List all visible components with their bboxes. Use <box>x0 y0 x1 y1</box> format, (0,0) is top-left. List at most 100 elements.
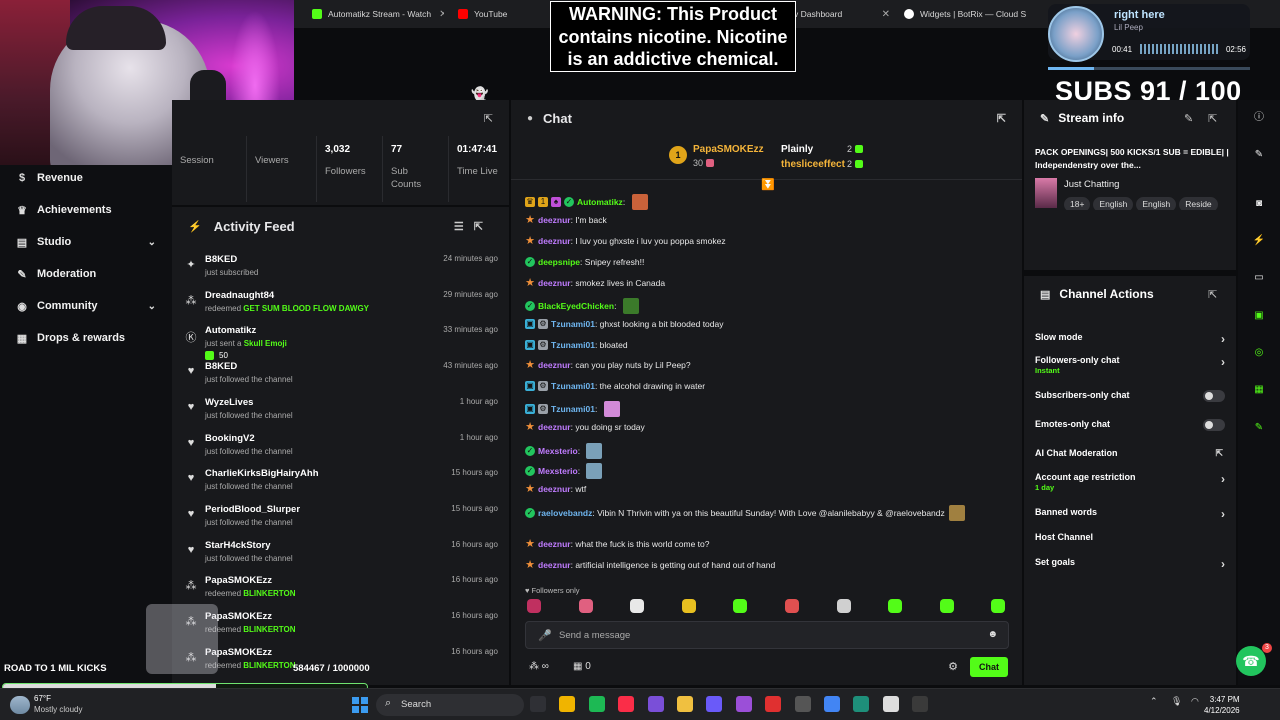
quick-emote[interactable] <box>578 599 593 613</box>
stream-tag[interactable]: English <box>1093 197 1134 210</box>
chat-username[interactable]: Tzunami01 <box>551 404 595 414</box>
taskbar-app-icon[interactable] <box>853 696 870 712</box>
quick-emote[interactable] <box>785 599 799 613</box>
lightning-icon[interactable]: ⚡ <box>1249 231 1269 251</box>
feed-event[interactable]: ♥ B8KED just followed the channel 43 minute… <box>172 361 509 397</box>
feed-event[interactable]: ⁂ Dreadnaught84 redeemed GET SUM BLOOD FLO… <box>172 290 509 326</box>
nav-item-community[interactable]: ◉ Community ⌄ <box>0 291 172 321</box>
filter-icon[interactable]: ☰ <box>454 221 474 233</box>
send-chat-button[interactable]: Chat <box>970 657 1008 677</box>
browser-tab[interactable]: Widgets | BotRix — Cloud S <box>904 4 1026 24</box>
channel-action-account-age-restriction[interactable]: Account age restriction 1 day › <box>1035 472 1225 492</box>
mic-icon[interactable]: 🎙 <box>1171 696 1182 707</box>
channel-action-banned-words[interactable]: Banned words › <box>1035 507 1225 521</box>
chat-username[interactable]: Tzunami01 <box>551 319 595 329</box>
chat-username[interactable]: deeznur <box>538 484 571 494</box>
popout-icon[interactable]: ⇱ <box>1208 288 1217 301</box>
taskbar-app-icon[interactable] <box>588 696 605 712</box>
nav-item-studio[interactable]: ▤ Studio ⌄ <box>0 227 172 257</box>
cloud-icon[interactable] <box>10 696 30 714</box>
channel-points[interactable]: ⁂ ∞ <box>529 661 549 672</box>
taskbar-app-icon[interactable] <box>677 696 693 712</box>
channel-action-host-channel[interactable]: Host Channel <box>1035 532 1225 542</box>
quick-emote[interactable] <box>733 599 748 613</box>
chat-username[interactable]: Tzunami01 <box>551 381 595 391</box>
stream-tag[interactable]: 18+ <box>1064 197 1091 210</box>
chat-username[interactable]: deeznur <box>538 560 571 570</box>
quick-emote[interactable] <box>836 599 851 613</box>
quick-emote[interactable] <box>991 599 1006 613</box>
chat-username[interactable]: deeznur <box>538 360 571 370</box>
emoji-picker-icon[interactable]: ☻ <box>987 629 998 640</box>
wrench-icon[interactable]: ✎ <box>1249 418 1269 438</box>
taskbar-app-icon[interactable] <box>912 696 929 712</box>
support-chat-button[interactable]: ☎ <box>1236 646 1266 676</box>
chat-username[interactable]: deepsnipe <box>538 257 580 267</box>
taskbar-app-icon[interactable] <box>735 696 752 712</box>
nav-item-achievements[interactable]: ♛ Achievements <box>0 195 172 225</box>
store-count[interactable]: ▦ 0 <box>573 661 591 672</box>
taskbar-app-icon[interactable] <box>618 696 635 712</box>
taskbar-clock[interactable]: 3:47 PM 4/12/2026 <box>1204 694 1240 716</box>
popout-icon[interactable]: ⇱ <box>1208 112 1217 125</box>
chat-username[interactable]: deeznur <box>538 236 571 246</box>
chat-input[interactable]: 🎤 Send a message ☻ <box>525 621 1009 649</box>
channel-action-ai-chat-moderation[interactable]: AI Chat Moderation ⇱ <box>1035 448 1225 458</box>
document-icon[interactable]: ▭ <box>1249 268 1269 288</box>
channel-action-followers-only-chat[interactable]: Followers-only chat Instant › <box>1035 355 1225 375</box>
toggle-switch[interactable] <box>1203 390 1225 402</box>
chat-icon[interactable]: ▣ <box>1249 306 1269 326</box>
browser-tab[interactable]: v Dashboard ✕ <box>794 4 890 24</box>
feed-event[interactable]: ♥ WyzeLives just followed the channel 1 hou… <box>172 397 509 433</box>
quick-emote[interactable] <box>681 599 696 613</box>
chat-username[interactable]: deeznur <box>538 422 571 432</box>
category-name[interactable]: Just Chatting <box>1064 179 1119 190</box>
chevron-up-icon[interactable]: ⌃ <box>1150 696 1158 707</box>
quick-emote[interactable] <box>888 599 903 613</box>
taskbar-search[interactable]: ⌕ Search <box>376 694 524 716</box>
browser-tab[interactable]: Automatikz Stream - Watch ✕ <box>312 4 444 24</box>
gifter-name[interactable]: thesliceeffect <box>781 159 845 170</box>
toggle-switch[interactable] <box>1203 419 1225 431</box>
taskbar-app-icon[interactable] <box>882 696 899 712</box>
quick-emote[interactable] <box>939 599 954 613</box>
taskbar-app-icon[interactable] <box>706 696 723 712</box>
nav-item-drops-rewards[interactable]: ▦ Drops & rewards <box>0 323 172 353</box>
gear-icon[interactable]: ⚙ <box>948 660 958 673</box>
chat-username[interactable]: BlackEyedChicken <box>538 301 614 311</box>
feed-event[interactable]: ✦ B8KED just subscribed 24 minutes ago <box>172 254 509 290</box>
popout-icon[interactable]: ⇱ <box>997 112 1006 125</box>
stream-tag[interactable]: English <box>1136 197 1177 210</box>
feed-event[interactable]: ♥ CharlieKirksBigHairyAhh just followed th… <box>172 468 509 504</box>
quick-emote[interactable] <box>527 599 541 613</box>
chat-username[interactable]: deeznur <box>538 215 571 225</box>
taskbar-app-icon[interactable] <box>794 696 811 712</box>
wifi-icon[interactable]: ◠ <box>1191 696 1199 707</box>
chat-username[interactable]: raelovebandz <box>538 508 592 518</box>
chat-username[interactable]: deeznur <box>538 278 571 288</box>
channel-action-slow-mode[interactable]: Slow mode › <box>1035 332 1225 346</box>
feed-event[interactable]: Ⓚ Automatikz just sent a Skull Emoji 33 min… <box>172 325 509 361</box>
feed-event[interactable]: ⁂ PapaSMOKEzz redeemed BLINKERTON 16 hours … <box>172 611 509 647</box>
feed-event[interactable]: ♥ PeriodBlood_Slurper just followed the ch… <box>172 504 509 540</box>
chat-username[interactable]: Mexsterio <box>538 446 578 456</box>
microphone-icon[interactable]: 🎤 <box>538 629 552 642</box>
nav-item-revenue[interactable]: $ Revenue <box>0 163 172 193</box>
feed-event[interactable]: ♥ StarH4ckStory just followed the channel 1… <box>172 540 509 576</box>
popout-icon[interactable]: ⇱ <box>484 112 493 125</box>
feed-event[interactable]: ♥ BookingV2 just followed the channel 1 hou… <box>172 433 509 469</box>
edit-icon[interactable]: ✎ <box>1184 112 1193 125</box>
popout-icon[interactable]: ⇱ <box>474 221 493 233</box>
chat-username[interactable]: Mexsterio <box>538 466 578 476</box>
feed-event[interactable]: ⁂ PapaSMOKEzz redeemed BLINKERTON 16 hours … <box>172 575 509 611</box>
taskbar-app-icon[interactable] <box>530 696 546 712</box>
taskbar-app-icon[interactable] <box>765 696 782 712</box>
channel-action-set-goals[interactable]: Set goals › <box>1035 557 1225 571</box>
info-icon[interactable]: ⓘ <box>1249 108 1269 128</box>
gifter-name[interactable]: Plainly <box>781 144 813 155</box>
camera-icon[interactable]: ◙ <box>1249 194 1269 214</box>
pinned-icon[interactable]: ⏬ <box>761 178 775 191</box>
pen-icon[interactable]: ✎ <box>1249 145 1269 165</box>
top-gifter-name[interactable]: PapaSMOKEzz <box>693 144 764 155</box>
layout-icon[interactable]: ▦ <box>1249 380 1269 400</box>
